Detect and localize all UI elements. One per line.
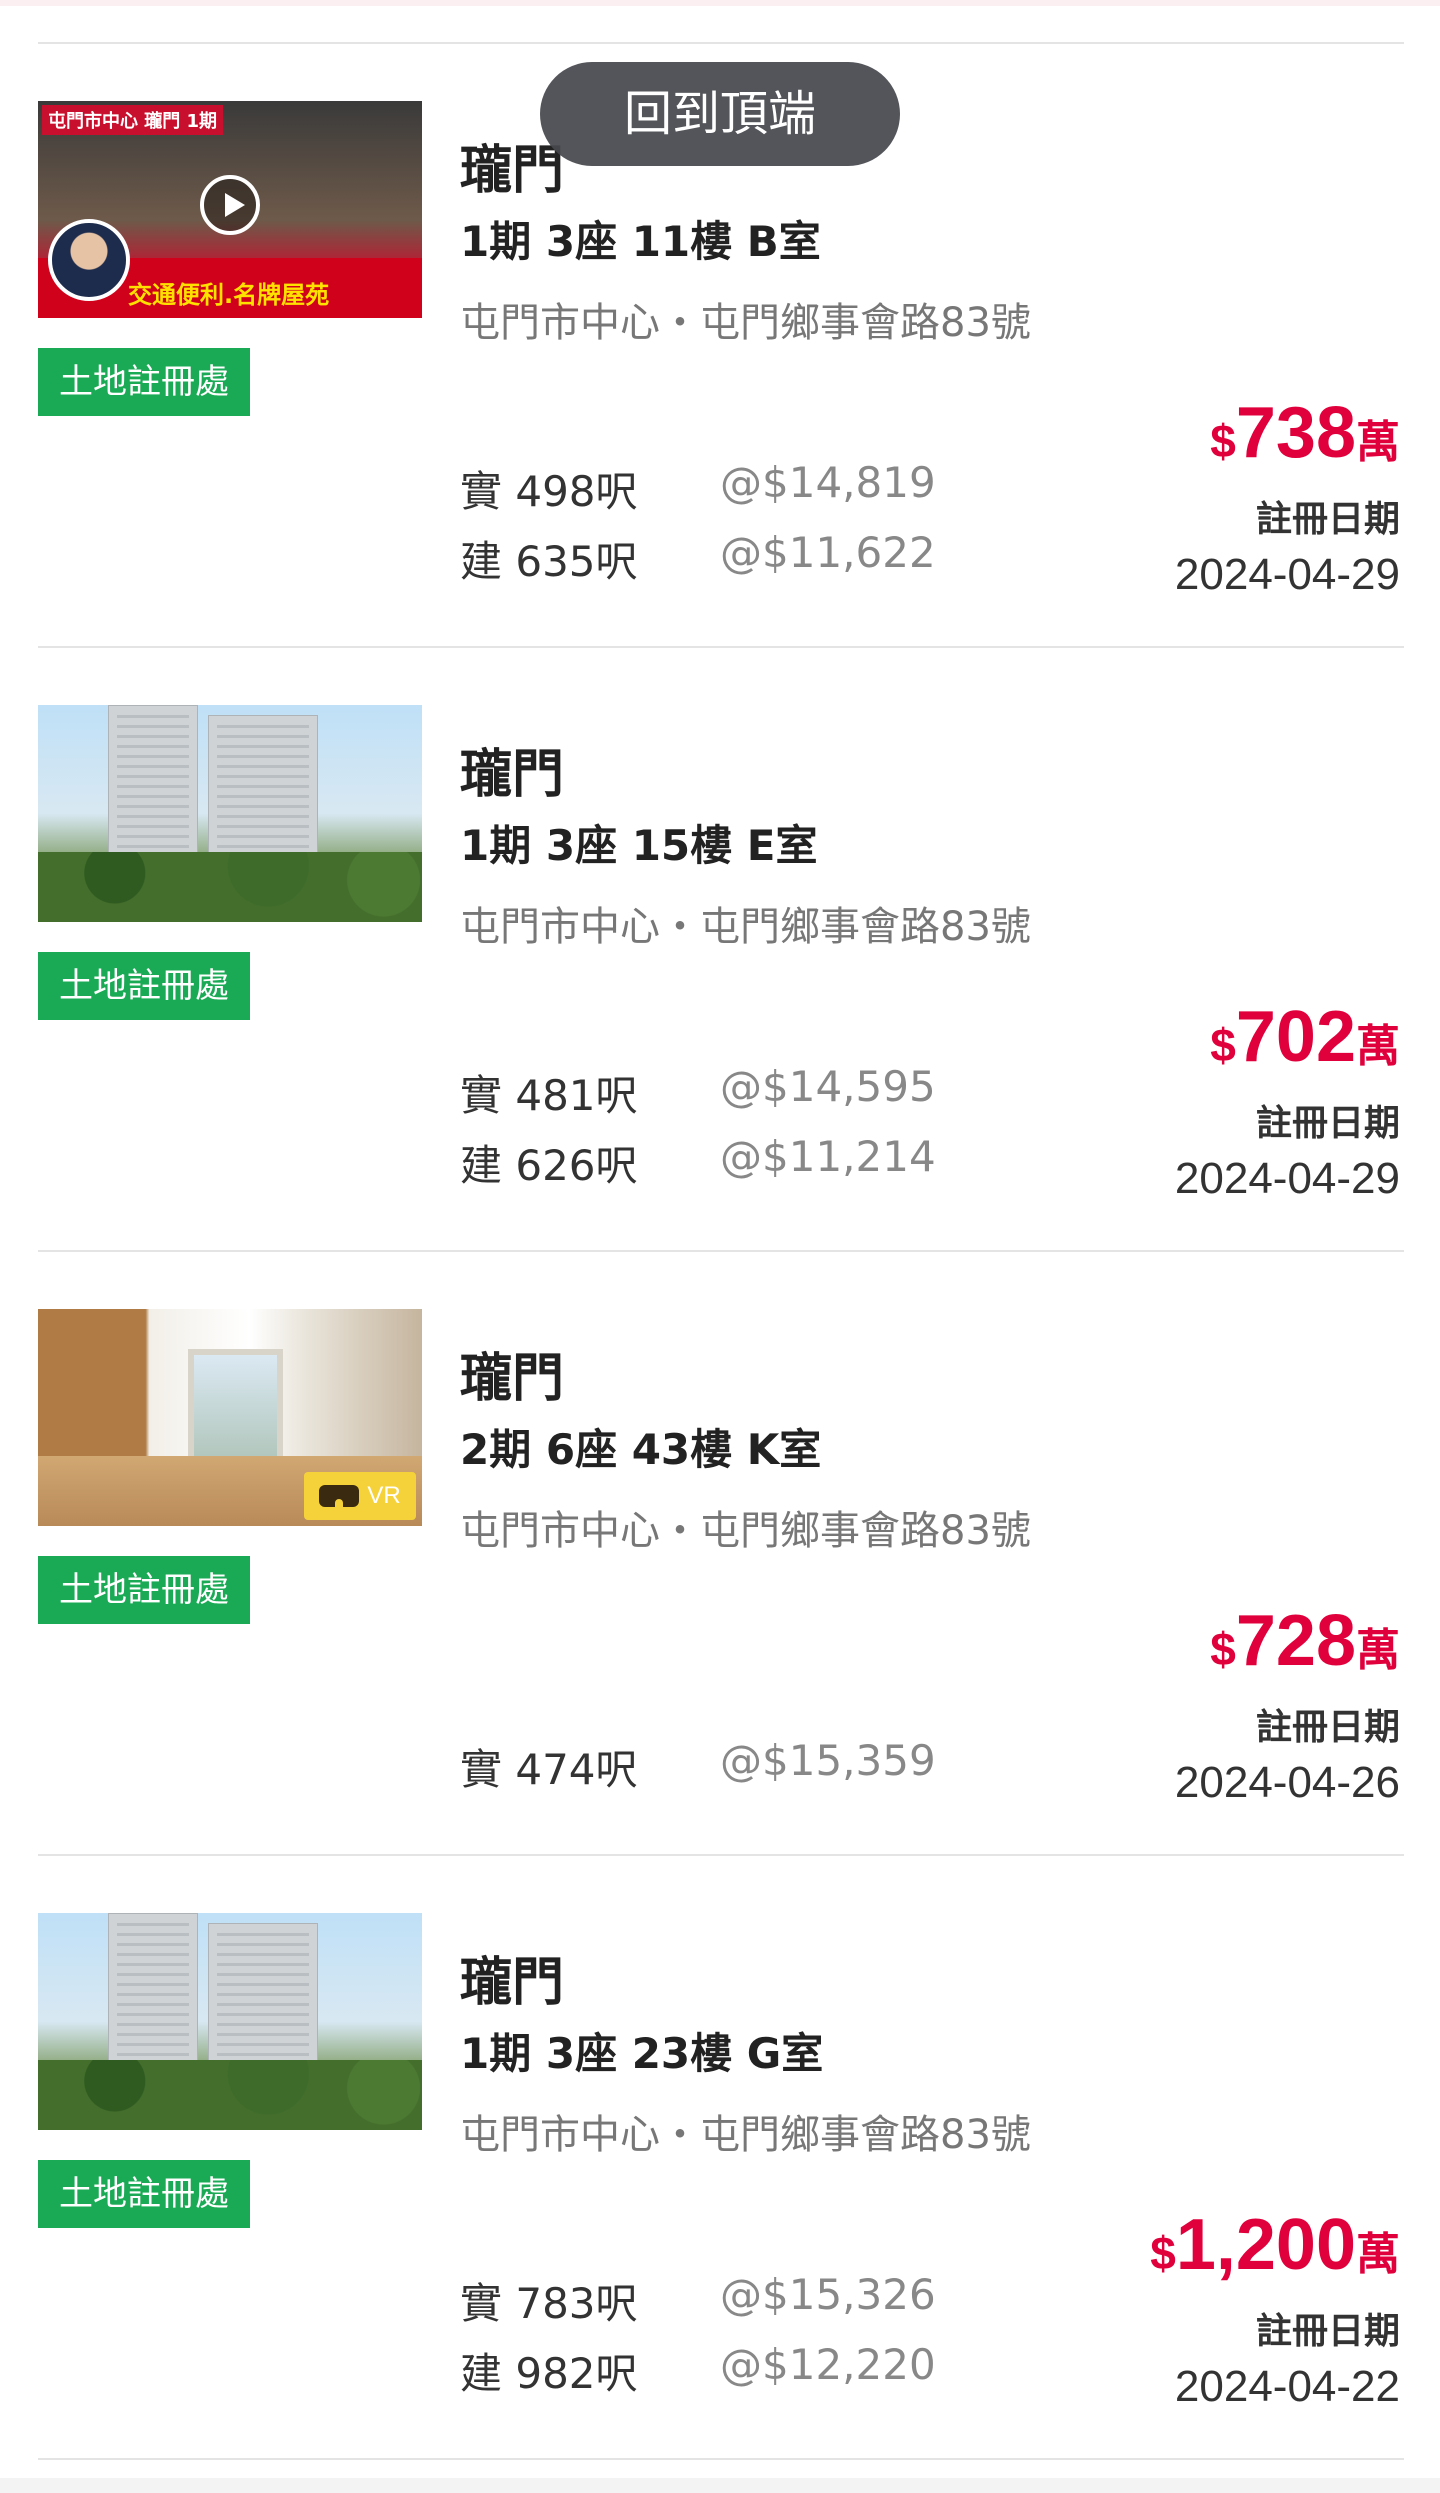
unit-info: 1期 3座 23樓 G室 (460, 2029, 824, 2078)
registration-label: 註冊日期 (1255, 499, 1400, 540)
back-to-top-button[interactable]: 回到頂端 (540, 62, 900, 166)
estate-name[interactable]: 瓏門 (460, 1336, 564, 1411)
gross-price-per-ft: @$11,622 (720, 528, 936, 577)
land-registry-badge: 土地註冊處 (38, 2160, 250, 2228)
price: $702萬 (1210, 996, 1400, 1078)
saleable-price-per-ft: @$15,326 (720, 2270, 936, 2319)
estate-name[interactable]: 瓏門 (460, 732, 564, 807)
location-text: 屯門市中心・屯門鄉事會路83號 (460, 904, 1031, 950)
price-unit: 萬 (1356, 417, 1400, 468)
saleable-area-row: 實 474呎 @$15,359 (460, 1736, 936, 1797)
price-amount: 728 (1235, 1601, 1356, 1681)
registration-label: 註冊日期 (1255, 2311, 1400, 2352)
registration-label: 註冊日期 (1255, 1103, 1400, 1144)
price-unit: 萬 (1356, 1021, 1400, 1072)
building-shape (208, 1923, 318, 2083)
price-unit: 萬 (1356, 2229, 1400, 2280)
divider (38, 2458, 1404, 2460)
listing-thumbnail[interactable] (38, 1913, 422, 2130)
registration-date: 2024-04-29 (1174, 550, 1400, 599)
gross-area-row: 建 635呎 @$11,622 (460, 528, 936, 589)
price-currency: $ (1210, 1019, 1236, 1071)
price-currency: $ (1210, 1623, 1236, 1675)
top-strip (0, 0, 1440, 6)
divider (38, 42, 1404, 44)
unit-info: 1期 3座 11樓 B室 (460, 217, 821, 266)
listing-card[interactable]: 土地註冊處 瓏門 1期 3座 23樓 G室 屯門市中心・屯門鄉事會路83號 $1… (0, 1874, 1440, 2474)
saleable-area-row: 實 783呎 @$15,326 (460, 2270, 936, 2331)
price-currency: $ (1210, 415, 1236, 467)
land-registry-badge: 土地註冊處 (38, 348, 250, 416)
price-currency: $ (1150, 2227, 1176, 2279)
location-text: 屯門市中心・屯門鄉事會路83號 (460, 1508, 1031, 1554)
listing-card[interactable]: VR 土地註冊處 瓏門 2期 6座 43樓 K室 屯門市中心・屯門鄉事會路83號… (0, 1270, 1440, 1870)
saleable-area: 實 474呎 (460, 1745, 638, 1794)
gross-area-row: 建 626呎 @$11,214 (460, 1132, 936, 1193)
saleable-price-per-ft: @$14,819 (720, 458, 936, 507)
trees-shape (38, 852, 422, 922)
saleable-area-row: 實 481呎 @$14,595 (460, 1062, 936, 1123)
unit-info: 2期 6座 43樓 K室 (460, 1425, 822, 1474)
registration-label: 註冊日期 (1255, 1707, 1400, 1748)
price-amount: 1,200 (1175, 2205, 1356, 2285)
price-unit: 萬 (1356, 1625, 1400, 1676)
bottom-strip (0, 2478, 1440, 2493)
gross-area: 建 982呎 (460, 2349, 638, 2398)
land-registry-badge: 土地註冊處 (38, 952, 250, 1020)
listing-card[interactable]: 土地註冊處 瓏門 1期 3座 15樓 E室 屯門市中心・屯門鄉事會路83號 $7… (0, 666, 1440, 1266)
gross-price-per-ft: @$12,220 (720, 2340, 936, 2389)
price: $728萬 (1210, 1600, 1400, 1682)
registration-date: 2024-04-29 (1174, 1154, 1400, 1203)
trees-shape (38, 2060, 422, 2130)
unit-info: 1期 3座 15樓 E室 (460, 821, 818, 870)
gross-price-per-ft: @$11,214 (720, 1132, 936, 1181)
price: $1,200萬 (1150, 2204, 1400, 2286)
vr-label: VR (367, 1482, 401, 1509)
saleable-price-per-ft: @$15,359 (720, 1736, 936, 1785)
gross-area: 建 626呎 (460, 1141, 638, 1190)
divider (38, 1854, 1404, 1856)
building-shape (208, 715, 318, 875)
location-text: 屯門市中心・屯門鄉事會路83號 (460, 2112, 1031, 2158)
divider (38, 646, 1404, 648)
listing-thumbnail-video[interactable]: 屯門市中心 瓏門 1期 交通便利.名牌屋苑 (38, 101, 422, 318)
price-amount: 702 (1235, 997, 1356, 1077)
listing-thumbnail[interactable]: VR (38, 1309, 422, 1526)
saleable-price-per-ft: @$14,595 (720, 1062, 936, 1111)
vr-badge[interactable]: VR (304, 1472, 416, 1520)
play-icon[interactable] (200, 175, 260, 235)
estate-name[interactable]: 瓏門 (460, 1940, 564, 2015)
gross-area: 建 635呎 (460, 537, 638, 586)
video-caption: 交通便利.名牌屋苑 (128, 281, 330, 309)
building-shape (108, 1913, 198, 2083)
video-tag-label: 屯門市中心 瓏門 1期 (42, 105, 224, 135)
gross-area-row: 建 982呎 @$12,220 (460, 2340, 936, 2401)
divider (38, 1250, 1404, 1252)
saleable-area-row: 實 498呎 @$14,819 (460, 458, 936, 519)
vr-goggles-icon (319, 1485, 360, 1507)
registration-date: 2024-04-22 (1174, 2362, 1400, 2411)
price-amount: 738 (1235, 393, 1356, 473)
land-registry-badge: 土地註冊處 (38, 1556, 250, 1624)
saleable-area: 實 783呎 (460, 2279, 638, 2328)
saleable-area: 實 481呎 (460, 1071, 638, 1120)
listing-thumbnail[interactable] (38, 705, 422, 922)
avatar (48, 219, 130, 301)
building-shape (108, 705, 198, 875)
price: $738萬 (1210, 392, 1400, 474)
saleable-area: 實 498呎 (460, 467, 638, 516)
location-text: 屯門市中心・屯門鄉事會路83號 (460, 300, 1031, 346)
registration-date: 2024-04-26 (1174, 1758, 1400, 1807)
